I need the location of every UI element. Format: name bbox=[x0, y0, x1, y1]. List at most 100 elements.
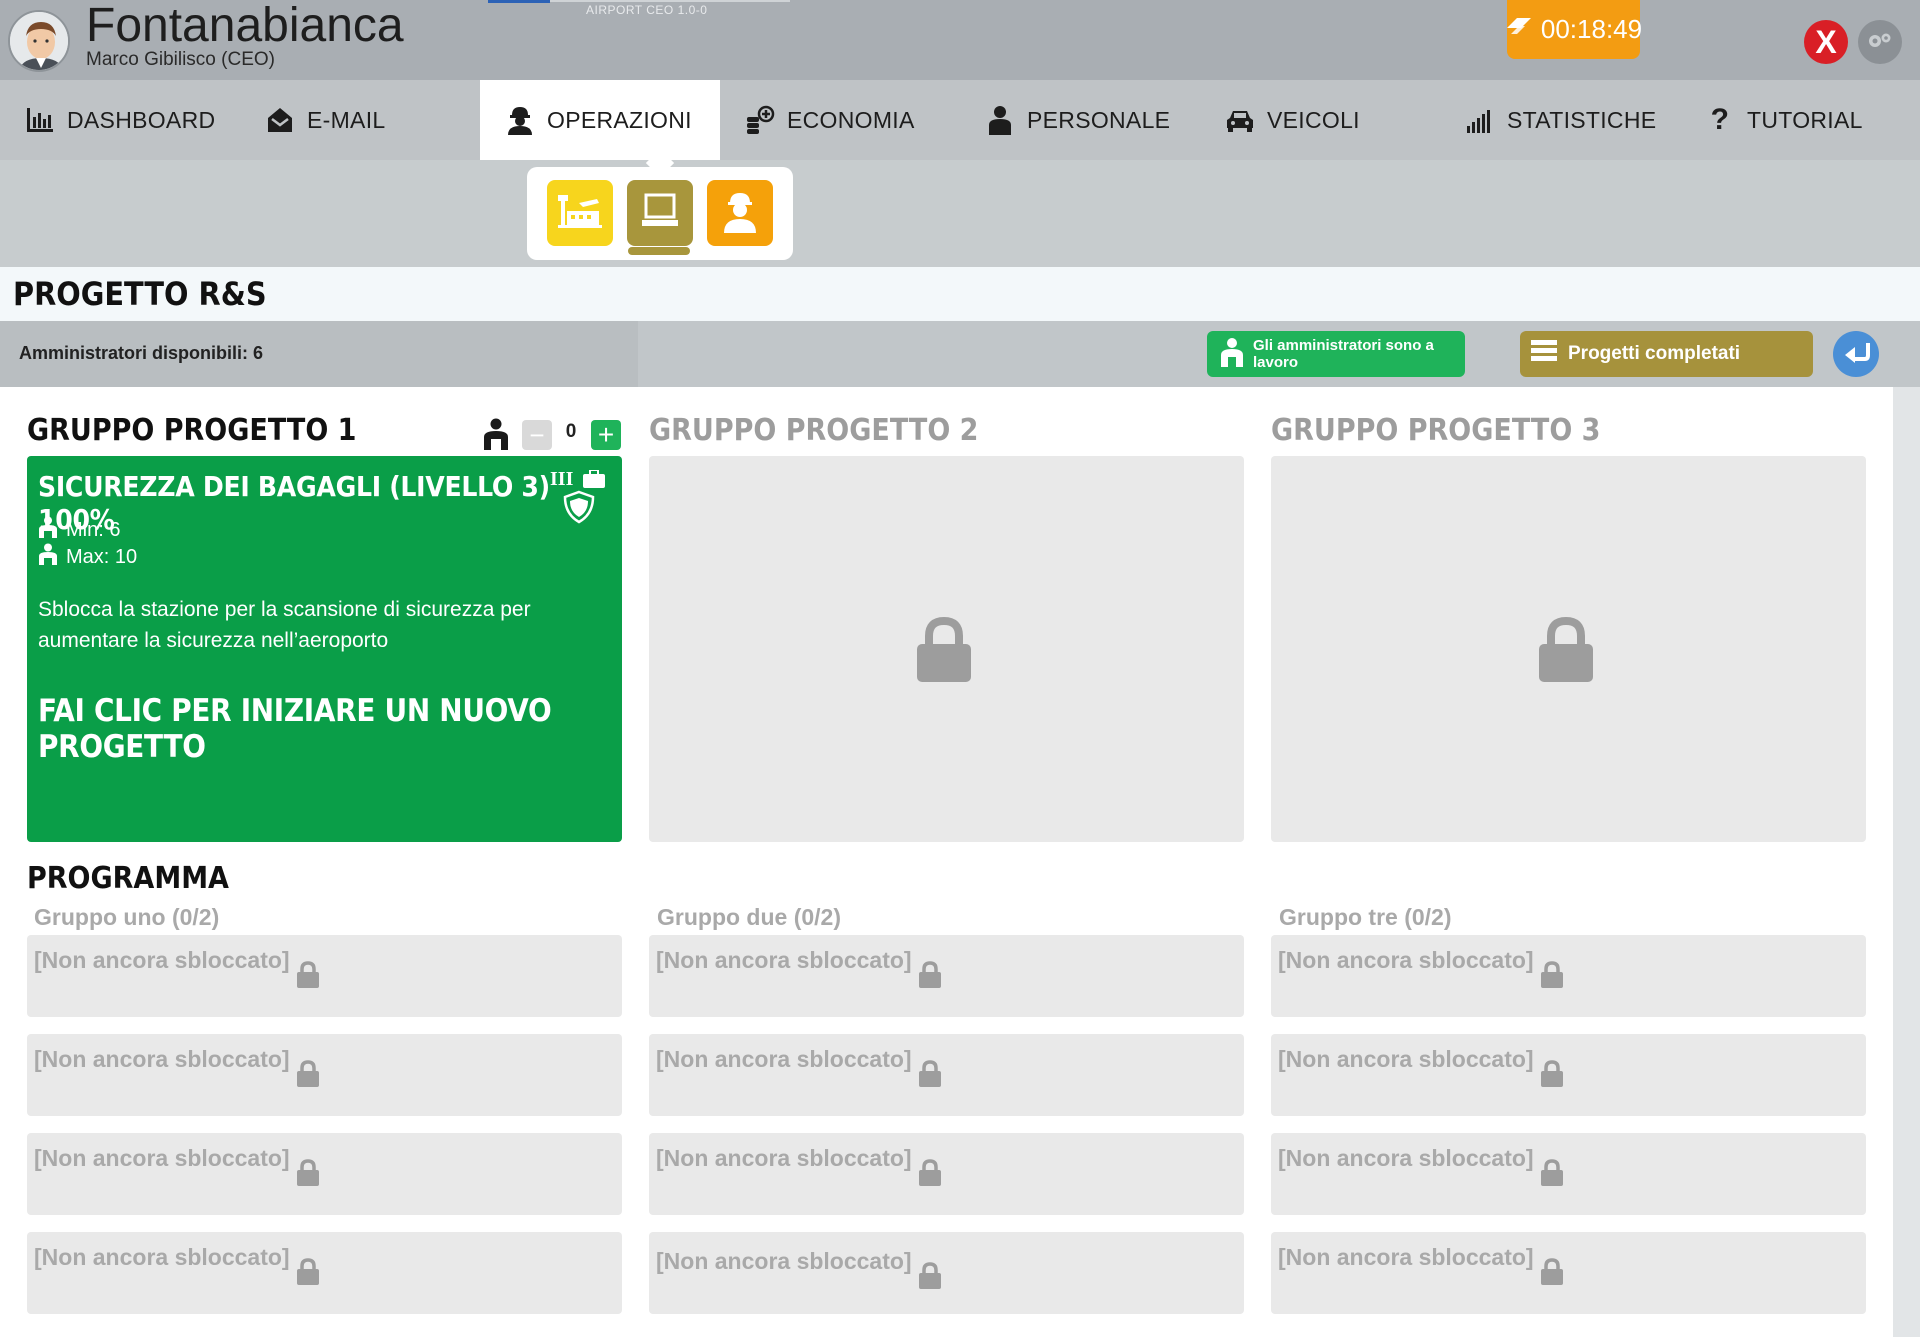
max-admins: Max: 10 bbox=[38, 543, 137, 571]
ceo-name: Marco Gibilisco (CEO) bbox=[86, 49, 275, 70]
version-label: AIRPORT CEO 1.0-0 bbox=[586, 3, 708, 17]
lock-icon bbox=[915, 616, 973, 689]
nav-vehicles[interactable]: VEICOLI bbox=[1225, 80, 1425, 160]
program-group-2-label: Gruppo due (0/2) bbox=[657, 904, 841, 930]
gear-icon bbox=[1867, 31, 1893, 54]
nav-dashboard[interactable]: DASHBOARD bbox=[25, 80, 245, 160]
speed-icon bbox=[1505, 14, 1533, 45]
lock-icon bbox=[296, 1159, 320, 1193]
shield-icon bbox=[562, 490, 596, 529]
slot-label: [Non ancora sbloccato] bbox=[34, 947, 290, 973]
program-slot: [Non ancora sbloccato] bbox=[649, 935, 1244, 1017]
envelope-icon bbox=[265, 105, 295, 135]
program-slot: [Non ancora sbloccato] bbox=[27, 1034, 622, 1116]
nav-email[interactable]: E-MAIL bbox=[265, 80, 465, 160]
title-bar bbox=[0, 267, 1920, 321]
admin-group-icon bbox=[1219, 337, 1245, 371]
timer-value: 00:18:49 bbox=[1540, 14, 1643, 44]
lock-icon bbox=[918, 1262, 942, 1296]
nav-economy[interactable]: ECONOMIA bbox=[745, 80, 955, 160]
nav-statistics[interactable]: STATISTICHE bbox=[1465, 80, 1665, 160]
lock-icon bbox=[918, 961, 942, 995]
admins-working-button[interactable]: Gli amministratori sono a lavoro bbox=[1207, 331, 1465, 377]
slot-label: [Non ancora sbloccato] bbox=[34, 1244, 290, 1270]
admin-icon bbox=[38, 543, 58, 571]
admin-icon bbox=[38, 516, 58, 544]
group-3-title: GRUPPO PROGETTO 3 bbox=[1271, 413, 1601, 448]
nav-label: ECONOMIA bbox=[787, 106, 915, 133]
lock-icon bbox=[296, 961, 320, 995]
nav-tutorial[interactable]: ? TUTORIAL bbox=[1705, 80, 1905, 160]
subnav-active-indicator bbox=[628, 247, 690, 255]
nav-operations[interactable]: OPERAZIONI bbox=[480, 80, 720, 160]
close-button[interactable]: X bbox=[1804, 20, 1848, 64]
subnav-airport-button[interactable] bbox=[547, 180, 613, 246]
subnav-staff-button[interactable] bbox=[707, 180, 773, 246]
settings-button[interactable] bbox=[1858, 20, 1902, 64]
increase-admins-button[interactable]: + bbox=[591, 420, 621, 450]
admin-icon bbox=[482, 418, 510, 455]
admins-working-label: Gli amministratori sono a lavoro bbox=[1253, 337, 1434, 371]
program-slot: [Non ancora sbloccato] bbox=[649, 1133, 1244, 1215]
scrollbar-track[interactable] bbox=[1893, 387, 1920, 1337]
project-card-2-locked bbox=[649, 456, 1244, 842]
max-label: Max: 10 bbox=[66, 545, 138, 568]
program-slot: [Non ancora sbloccato] bbox=[649, 1232, 1244, 1314]
program-slot: [Non ancora sbloccato] bbox=[1271, 1034, 1866, 1116]
nav-label: TUTORIAL bbox=[1747, 106, 1863, 133]
lock-icon bbox=[1540, 961, 1564, 995]
worker-icon bbox=[505, 105, 535, 135]
lock-icon bbox=[918, 1159, 942, 1193]
nav-label: PERSONALE bbox=[1027, 106, 1171, 133]
airport-icon bbox=[557, 191, 603, 236]
worker-icon bbox=[720, 189, 760, 238]
lock-icon bbox=[1540, 1258, 1564, 1292]
close-icon: X bbox=[1815, 23, 1837, 60]
nav-label: OPERAZIONI bbox=[547, 106, 692, 133]
slot-label: [Non ancora sbloccato] bbox=[34, 1145, 290, 1171]
slot-label: [Non ancora sbloccato] bbox=[656, 1248, 912, 1274]
operations-subnav bbox=[0, 160, 1920, 267]
decrease-admins-button[interactable]: − bbox=[522, 420, 552, 450]
slot-label: [Non ancora sbloccato] bbox=[1278, 1244, 1534, 1270]
program-group-1-label: Gruppo uno (0/2) bbox=[34, 904, 220, 930]
lock-icon bbox=[1540, 1159, 1564, 1193]
project-card-1[interactable]: SICUREZZA DEI BAGAGLI (LIVELLO 3) 100% I… bbox=[27, 456, 622, 842]
program-slot: [Non ancora sbloccato] bbox=[649, 1034, 1244, 1116]
computer-icon bbox=[640, 193, 680, 234]
loading-bar bbox=[488, 0, 550, 3]
signal-bars-icon bbox=[1465, 105, 1495, 135]
slot-label: [Non ancora sbloccato] bbox=[656, 1046, 912, 1072]
start-project-cta[interactable]: FAI CLIC PER INIZIARE UN NUOVO PROGETTO bbox=[38, 693, 622, 765]
back-button[interactable] bbox=[1833, 331, 1879, 377]
nav-label: E-MAIL bbox=[307, 106, 386, 133]
subnav-research-button[interactable] bbox=[627, 180, 693, 246]
group-1-title: GRUPPO PROGETTO 1 bbox=[27, 413, 357, 448]
bar-chart-icon bbox=[25, 105, 55, 135]
program-slot: [Non ancora sbloccato] bbox=[1271, 1232, 1866, 1314]
completed-projects-button[interactable]: Progetti completati bbox=[1520, 331, 1813, 377]
lock-icon bbox=[918, 1060, 942, 1094]
program-slot: [Non ancora sbloccato] bbox=[1271, 1133, 1866, 1215]
slot-label: [Non ancora sbloccato] bbox=[1278, 1145, 1534, 1171]
level-badge: III bbox=[550, 468, 574, 490]
project-name: SICUREZZA DEI BAGAGLI (LIVELLO 3) 100% bbox=[38, 470, 550, 536]
money-icon bbox=[745, 105, 775, 135]
nav-label: VEICOLI bbox=[1267, 106, 1360, 133]
program-title: PROGRAMMA bbox=[27, 861, 229, 896]
ceo-avatar[interactable] bbox=[8, 10, 70, 72]
min-label: Min: 6 bbox=[66, 518, 121, 541]
airport-name: Fontanabianca bbox=[86, 0, 404, 52]
game-timer[interactable]: 00:18:49 bbox=[1505, 0, 1643, 59]
main-nav: DASHBOARD E-MAIL OPERAZIONI ECONOMIA PER… bbox=[0, 80, 1920, 160]
page-title: PROGETTO R&S bbox=[13, 275, 267, 313]
project-card-3-locked bbox=[1271, 456, 1866, 842]
admins-available-label: Amministratori disponibili: 6 bbox=[19, 343, 264, 363]
car-icon bbox=[1225, 105, 1255, 135]
top-header: Fontanabianca Marco Gibilisco (CEO) AIRP… bbox=[0, 0, 1920, 80]
lock-icon bbox=[1540, 1060, 1564, 1094]
program-slot: [Non ancora sbloccato] bbox=[1271, 935, 1866, 1017]
question-icon: ? bbox=[1710, 103, 1730, 136]
nav-staff[interactable]: PERSONALE bbox=[985, 80, 1185, 160]
nav-label: STATISTICHE bbox=[1507, 106, 1657, 133]
